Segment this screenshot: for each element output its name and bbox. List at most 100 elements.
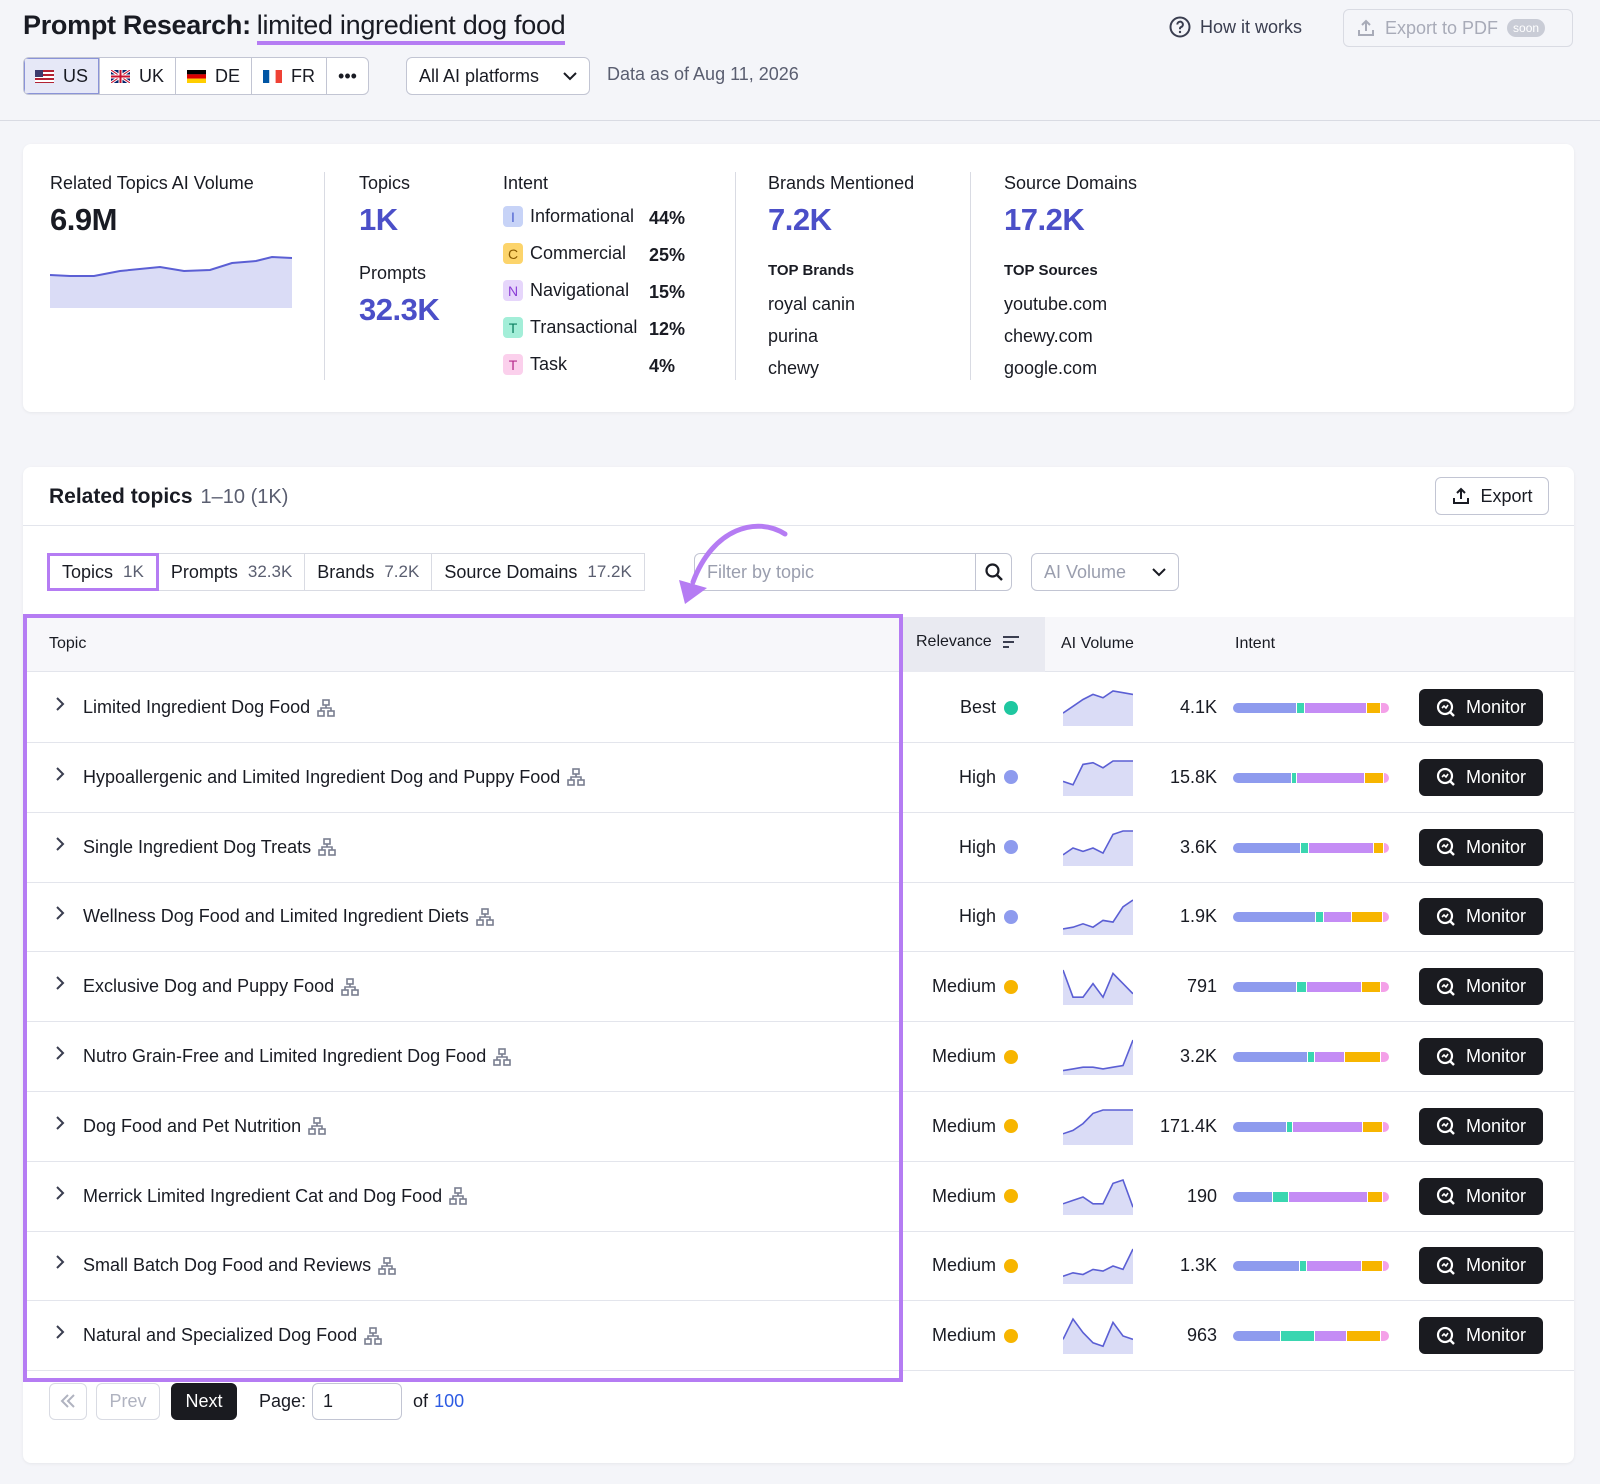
- topic-name[interactable]: Natural and Specialized Dog Food: [83, 1325, 382, 1346]
- cluster-icon[interactable]: [567, 768, 586, 787]
- chevron-right-icon[interactable]: [54, 836, 66, 852]
- relevance-label: Medium: [931, 1325, 996, 1346]
- table-row[interactable]: Nutro Grain-Free and Limited Ingredient …: [23, 1021, 1574, 1092]
- first-page-button[interactable]: [49, 1382, 87, 1420]
- table-row[interactable]: Small Batch Dog Food and Reviews Medium 1.…: [23, 1230, 1574, 1302]
- platform-select[interactable]: All AI platforms: [406, 57, 590, 95]
- brand-item[interactable]: royal canin: [768, 288, 855, 320]
- monitor-button[interactable]: Monitor: [1419, 828, 1543, 866]
- section-title: Related topics: [49, 485, 193, 508]
- intent-column-header[interactable]: Intent: [1235, 635, 1275, 653]
- brand-item[interactable]: chewy: [768, 352, 855, 384]
- chevron-right-icon[interactable]: [54, 1254, 66, 1270]
- cluster-icon[interactable]: [449, 1187, 467, 1205]
- sources-value[interactable]: 17.2K: [1004, 202, 1085, 238]
- monitor-button[interactable]: Monitor: [1419, 1177, 1543, 1215]
- brands-value[interactable]: 7.2K: [768, 202, 832, 238]
- total-pages-link[interactable]: 100: [434, 1391, 464, 1412]
- sparkline-area: [1063, 1040, 1133, 1075]
- prev-button[interactable]: Prev: [96, 1382, 160, 1420]
- search-button[interactable]: [976, 553, 1012, 591]
- chevron-right-icon[interactable]: [54, 975, 66, 991]
- monitor-button[interactable]: Monitor: [1419, 1247, 1543, 1285]
- brand-item[interactable]: purina: [768, 320, 855, 352]
- table-row[interactable]: Exclusive Dog and Puppy Food Medium 791 Mon…: [23, 951, 1574, 1023]
- monitor-search-icon: [1436, 977, 1455, 996]
- chevron-right-icon[interactable]: [54, 905, 66, 921]
- monitor-button[interactable]: Monitor: [1419, 1038, 1543, 1075]
- ai-volume-value: 963: [1186, 1325, 1217, 1346]
- page-input[interactable]: 1: [312, 1382, 403, 1420]
- monitor-button[interactable]: Monitor: [1419, 968, 1543, 1006]
- volume-sparkline: [1063, 829, 1133, 866]
- chevron-right-icon[interactable]: [54, 1045, 66, 1061]
- topic-name[interactable]: Small Batch Dog Food and Reviews: [83, 1255, 396, 1276]
- chevron-right-icon[interactable]: [54, 1115, 66, 1131]
- table-row[interactable]: Hypoallergenic and Limited Ingredient Do…: [23, 742, 1574, 813]
- cluster-icon[interactable]: [493, 1047, 512, 1066]
- source-item[interactable]: google.com: [1004, 352, 1107, 384]
- cluster-icon[interactable]: [341, 977, 359, 996]
- ai-volume-column-header[interactable]: AI Volume: [1061, 635, 1134, 653]
- cluster-icon[interactable]: [317, 698, 335, 717]
- topic-name[interactable]: Wellness Dog Food and Limited Ingredient…: [83, 906, 494, 927]
- location-label: DE: [215, 65, 241, 86]
- intent-segment: [1301, 842, 1308, 853]
- monitor-button[interactable]: Monitor: [1419, 898, 1543, 936]
- chevron-right-icon[interactable]: [54, 696, 66, 712]
- monitor-button[interactable]: Monitor: [1419, 1107, 1543, 1145]
- export-pdf-button[interactable]: Export to PDF soon: [1343, 9, 1573, 47]
- location-fr[interactable]: FR: [252, 58, 328, 94]
- topics-value[interactable]: 1K: [359, 202, 398, 238]
- chevron-right-icon[interactable]: [54, 1324, 66, 1340]
- cluster-icon[interactable]: [364, 1326, 382, 1345]
- topic-name[interactable]: Dog Food and Pet Nutrition: [83, 1116, 326, 1137]
- tab-prompts[interactable]: Prompts 32.3K: [158, 553, 306, 591]
- table-row[interactable]: Wellness Dog Food and Limited Ingredient…: [23, 881, 1574, 953]
- tab-source-domains[interactable]: Source Domains 17.2K: [432, 553, 645, 591]
- table-row[interactable]: Single Ingredient Dog Treats High 3.6K Moni…: [23, 812, 1574, 883]
- intent-segment: [1363, 1121, 1383, 1132]
- source-item[interactable]: chewy.com: [1004, 320, 1107, 352]
- table-row[interactable]: Merrick Limited Ingredient Cat and Dog F…: [23, 1161, 1574, 1232]
- cluster-icon[interactable]: [308, 1117, 326, 1136]
- table-row[interactable]: Dog Food and Pet Nutrition Medium 171.4K Mo…: [23, 1091, 1574, 1162]
- topic-column-header[interactable]: Topic: [49, 635, 86, 653]
- intent-name: Task: [530, 354, 568, 374]
- monitor-search-icon: [1436, 907, 1455, 926]
- tab-topics[interactable]: Topics 1K: [47, 553, 159, 591]
- topic-name[interactable]: Exclusive Dog and Puppy Food: [83, 976, 359, 997]
- intent-segment: [1233, 842, 1301, 853]
- table-row[interactable]: Natural and Specialized Dog Food Medium 96…: [23, 1300, 1574, 1372]
- export-button[interactable]: Export: [1435, 477, 1549, 515]
- source-item[interactable]: youtube.com: [1004, 288, 1107, 320]
- cluster-icon[interactable]: [378, 1257, 396, 1275]
- tab-brands[interactable]: Brands 7.2K: [305, 553, 433, 591]
- location-de[interactable]: DE: [176, 58, 253, 94]
- topic-name[interactable]: Nutro Grain-Free and Limited Ingredient …: [83, 1046, 512, 1067]
- topic-name[interactable]: Hypoallergenic and Limited Ingredient Do…: [83, 767, 586, 788]
- table-row[interactable]: Limited Ingredient Dog Food Best 4.1K Monit…: [23, 672, 1574, 743]
- monitor-button[interactable]: Monitor: [1419, 1317, 1543, 1355]
- relevance-column-header[interactable]: Relevance: [916, 633, 1020, 651]
- topic-name[interactable]: Limited Ingredient Dog Food: [83, 697, 335, 718]
- sort-select[interactable]: AI Volume: [1031, 553, 1179, 591]
- location-uk[interactable]: UK: [100, 58, 177, 94]
- prompts-value[interactable]: 32.3K: [359, 292, 440, 328]
- monitor-button[interactable]: Monitor: [1419, 689, 1543, 726]
- cluster-icon[interactable]: [318, 838, 336, 856]
- pagination: Prev Next Page: 1 of 100: [49, 1382, 464, 1420]
- table-header: Topic Relevance AI Volume Intent: [23, 617, 1574, 672]
- cluster-icon[interactable]: [476, 908, 494, 926]
- next-button[interactable]: Next: [171, 1382, 237, 1420]
- chevron-right-icon[interactable]: [54, 1185, 66, 1201]
- keyword-label[interactable]: limited ingredient dog food: [256, 10, 566, 45]
- topic-name[interactable]: Single Ingredient Dog Treats: [83, 837, 336, 858]
- location-label: US: [63, 65, 89, 86]
- location-us[interactable]: US: [24, 58, 101, 94]
- topic-name[interactable]: Merrick Limited Ingredient Cat and Dog F…: [83, 1186, 467, 1207]
- monitor-button[interactable]: Monitor: [1419, 758, 1543, 796]
- chevron-right-icon[interactable]: [54, 766, 66, 782]
- more-locations-button[interactable]: •••: [327, 58, 368, 94]
- how-it-works-link[interactable]: How it works: [1169, 16, 1302, 38]
